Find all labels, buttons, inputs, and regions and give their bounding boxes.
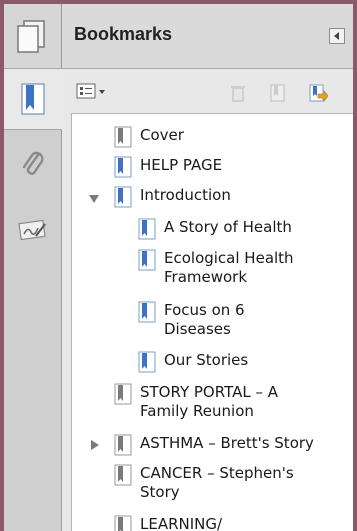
bookmarks-toolbar — [62, 69, 353, 113]
bookmark-item-our-stories[interactable]: Our Stories — [138, 351, 248, 373]
bookmark-icon — [114, 464, 132, 486]
bookmark-icon — [138, 249, 156, 271]
bookmark-item-learning[interactable]: LEARNING/ — [114, 515, 222, 531]
bookmark-icon — [138, 218, 156, 240]
bookmark-label: LEARNING/ — [140, 515, 223, 531]
bookmark-label: STORY PORTAL – A Family Reunion — [140, 383, 278, 420]
bookmark-item-ecological-health-framework[interactable]: Ecological Health Framework — [138, 249, 294, 287]
bookmark-label: Ecological Health Framework — [164, 249, 294, 286]
paperclip-icon — [22, 151, 44, 175]
navigation-rail — [4, 4, 62, 531]
bookmark-icon — [114, 126, 132, 148]
bookmarks-panel: Bookmarks Cover HELP PAGE Introduction A… — [62, 4, 353, 531]
expand-current-bookmark-icon[interactable] — [308, 83, 328, 103]
new-bookmark-icon[interactable] — [268, 83, 288, 103]
bookmark-item-a-story-of-health[interactable]: A Story of Health — [138, 218, 292, 240]
collapse-panel-button[interactable] — [329, 28, 345, 44]
options-menu-icon — [76, 83, 105, 99]
signature-icon — [17, 219, 46, 241]
pages-icon — [17, 20, 45, 53]
bookmark-icon — [114, 156, 132, 178]
panel-title: Bookmarks — [74, 24, 173, 44]
bookmark-icon — [114, 515, 132, 531]
trash-icon[interactable] — [228, 83, 248, 103]
bookmark-label: Cover — [140, 126, 184, 144]
bookmarks-tab-button[interactable] — [4, 68, 62, 130]
attachments-button[interactable] — [4, 134, 61, 194]
bookmark-label: A Story of Health — [164, 218, 292, 236]
bookmark-item-introduction[interactable]: Introduction — [114, 186, 231, 208]
bookmark-item-story-portal[interactable]: STORY PORTAL – A Family Reunion — [114, 383, 278, 421]
panel-header: Bookmarks — [62, 4, 353, 69]
bookmark-icon — [114, 383, 132, 405]
bookmark-label: ASTHMA – Brett's Story — [140, 434, 314, 452]
collapse-panel-icon — [334, 32, 339, 40]
bookmark-icon — [114, 434, 132, 456]
bookmark-tree: Cover HELP PAGE Introduction A Story of … — [71, 113, 353, 531]
bookmark-item-asthma[interactable]: ASTHMA – Brett's Story — [114, 434, 314, 456]
bookmark-icon — [114, 186, 132, 208]
collapsed-triangle-icon[interactable] — [90, 440, 100, 450]
bookmark-label: Focus on 6 Diseases — [164, 301, 245, 338]
bookmark-item-cover[interactable]: Cover — [114, 126, 184, 148]
bookmark-item-focus-on-6-diseases[interactable]: Focus on 6 Diseases — [138, 301, 245, 339]
bookmark-label: Our Stories — [164, 351, 249, 369]
bookmark-item-cancer[interactable]: CANCER – Stephen's Story — [114, 464, 294, 502]
bookmark-icon — [21, 83, 45, 115]
options-menu-button[interactable] — [76, 83, 110, 101]
bookmark-label: CANCER – Stephen's Story — [140, 464, 294, 501]
bookmark-label: Introduction — [140, 186, 231, 204]
bookmark-item-help-page[interactable]: HELP PAGE — [114, 156, 222, 178]
bookmarks-window: Bookmarks Cover HELP PAGE Introduction A… — [4, 4, 353, 531]
bookmark-icon — [138, 301, 156, 323]
bookmark-label: HELP PAGE — [140, 156, 223, 174]
signatures-button[interactable] — [4, 200, 61, 260]
expanded-triangle-icon[interactable] — [89, 194, 99, 204]
pages-button[interactable] — [4, 4, 61, 69]
bookmark-icon — [138, 351, 156, 373]
